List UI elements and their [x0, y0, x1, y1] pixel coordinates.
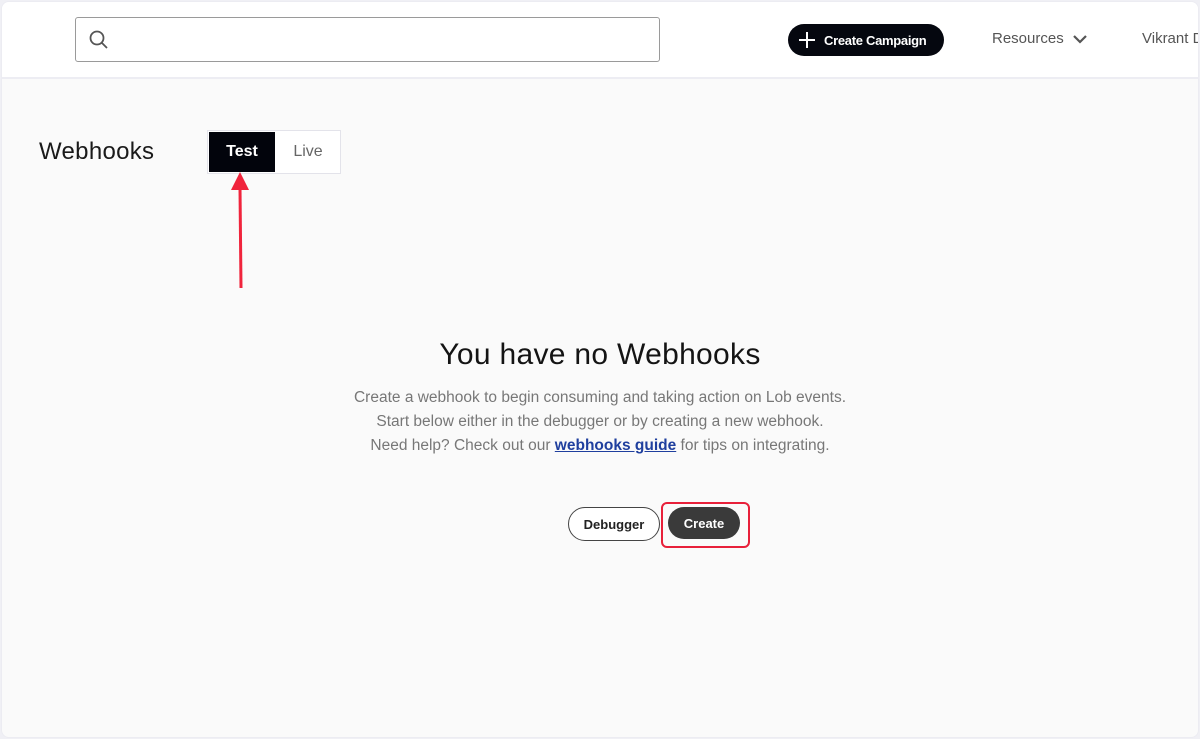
chevron-down-icon — [1072, 34, 1087, 44]
page-title: Webhooks — [39, 138, 155, 165]
user-menu[interactable]: Vikrant D — [1142, 30, 1198, 47]
webhooks-guide-link[interactable]: webhooks guide — [555, 437, 676, 454]
toggle-test[interactable]: Test — [209, 132, 275, 172]
app-window: Create Campaign Resources Vikrant D Webh… — [1, 1, 1199, 738]
create-campaign-button[interactable]: Create Campaign — [788, 24, 944, 56]
debugger-button[interactable]: Debugger — [568, 507, 660, 541]
environment-toggle: Test Live — [207, 130, 341, 174]
top-bar: Create Campaign Resources Vikrant D — [2, 2, 1198, 79]
resources-menu[interactable]: Resources — [992, 30, 1088, 47]
search-icon — [89, 30, 108, 49]
plus-icon — [799, 32, 815, 48]
description-line-2: Start below either in the debugger or by… — [376, 413, 824, 430]
search-input[interactable] — [118, 18, 648, 61]
resources-label: Resources — [992, 30, 1064, 47]
description-line-1: Create a webhook to begin consuming and … — [353, 389, 847, 406]
empty-state-description: Create a webhook to begin consuming and … — [2, 386, 1198, 458]
annotation-arrow — [231, 172, 249, 289]
create-webhook-button[interactable]: Create — [668, 507, 740, 539]
search-box[interactable] — [75, 17, 660, 62]
line3-after: for tips on integrating. — [676, 437, 830, 454]
line3-before: Need help? Check out our — [370, 437, 555, 454]
toggle-live[interactable]: Live — [276, 131, 340, 173]
empty-state-title: You have no Webhooks — [439, 338, 761, 371]
description-line-3: Need help? Check out our webhooks guide … — [2, 434, 1198, 458]
create-campaign-label: Create Campaign — [824, 32, 927, 48]
